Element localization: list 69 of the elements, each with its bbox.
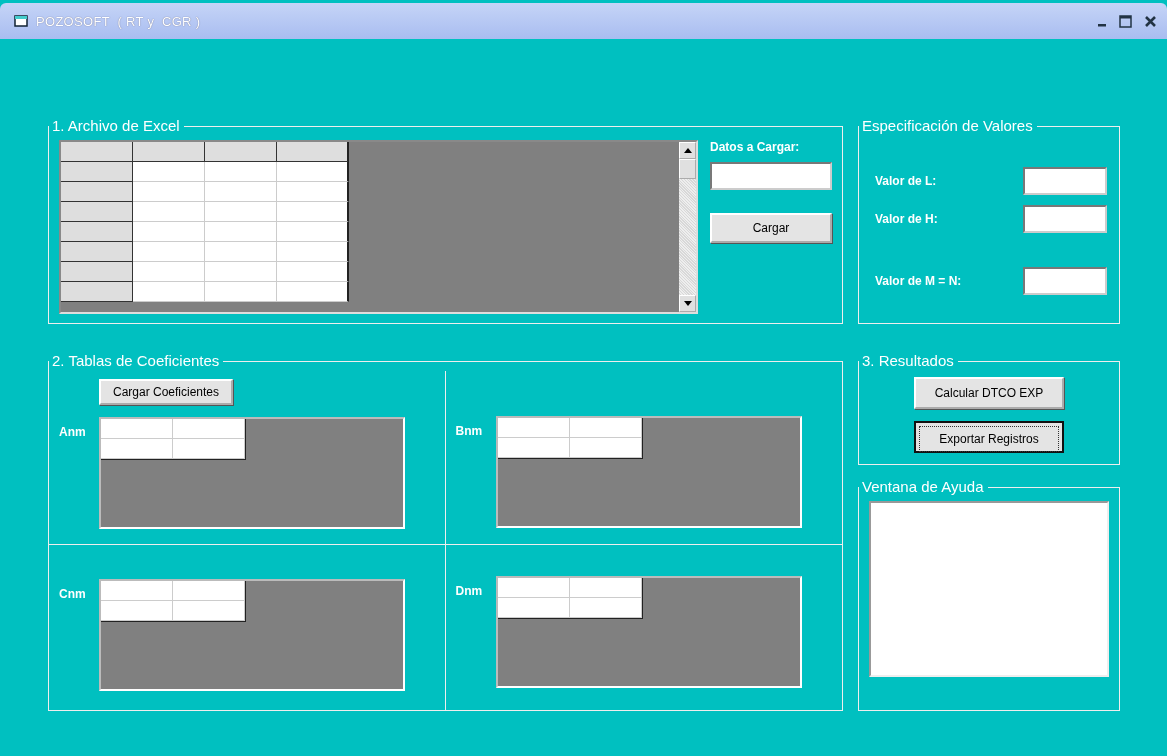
table-cell (277, 202, 349, 222)
field-label: Valor de M = N: (875, 274, 962, 288)
table-cell (205, 162, 277, 182)
table-cell (277, 142, 349, 162)
table-cell (61, 142, 133, 162)
table-cell (133, 142, 205, 162)
table-cell (205, 182, 277, 202)
window-title: POZOSOFT ( RT y CGR ) (36, 13, 201, 29)
table-cell (61, 222, 133, 242)
coefficient-grid[interactable] (99, 417, 405, 529)
table-cell (277, 242, 349, 262)
table-cell (173, 581, 245, 601)
table-cell (205, 282, 277, 302)
input-field[interactable] (1023, 167, 1107, 195)
table-cell (277, 162, 349, 182)
table-cell (101, 439, 173, 459)
table-cell (205, 222, 277, 242)
table-cell (277, 262, 349, 282)
table-cell (133, 182, 205, 202)
coefficient-grid[interactable] (99, 579, 405, 691)
input-field[interactable] (1023, 205, 1107, 233)
table-cell (61, 242, 133, 262)
up-arrow-icon[interactable] (683, 148, 692, 153)
table-cell (277, 182, 349, 202)
table-cell (205, 202, 277, 222)
maximize-icon[interactable] (1119, 14, 1132, 28)
table-cell (205, 242, 277, 262)
table-cell (205, 142, 277, 162)
table-label: Anm (59, 425, 87, 439)
spreadsheet-grid[interactable] (59, 140, 698, 314)
coefficient-grid[interactable] (495, 576, 802, 688)
table-cell (133, 162, 205, 182)
load-coefficients-button[interactable]: Cargar Coeficientes (99, 379, 233, 405)
table-label: Bnm (455, 424, 484, 438)
action-button[interactable]: Calcular DTCO EXP (914, 377, 1064, 409)
table-cell (173, 601, 245, 621)
load-button[interactable]: Cargar (710, 213, 832, 243)
table-cell (133, 222, 205, 242)
table-label: Dnm (455, 584, 484, 598)
field-label: Valor de L: (875, 174, 937, 188)
coefficient-grid[interactable] (495, 416, 802, 528)
field-label: Valor de H: (875, 212, 938, 226)
table-label: Cnm (59, 587, 87, 601)
table-cell (277, 222, 349, 242)
table-cell (133, 202, 205, 222)
down-arrow-icon[interactable] (683, 301, 692, 306)
table-cell (101, 601, 173, 621)
table-cell (133, 262, 205, 282)
table-cell (61, 282, 133, 302)
table-cell (133, 242, 205, 262)
table-cell (101, 581, 173, 601)
table-cell (133, 282, 205, 302)
table-cell (277, 282, 349, 302)
scrollbar-thumb[interactable] (679, 159, 696, 179)
table-cell (61, 182, 133, 202)
table-cell (205, 262, 277, 282)
close-icon[interactable] (1144, 14, 1157, 28)
input-field[interactable] (1023, 267, 1107, 295)
table-cell (101, 419, 173, 439)
app-icon (14, 15, 28, 27)
table-cell (173, 439, 245, 459)
field-label: Datos a Cargar: (710, 140, 801, 154)
action-button[interactable]: Exportar Registros (914, 421, 1064, 453)
table-cell (61, 262, 133, 282)
input-field[interactable] (710, 162, 832, 190)
table-cell (61, 162, 133, 182)
table-cell (61, 202, 133, 222)
scrollbar[interactable] (679, 142, 696, 312)
table-cell (173, 419, 245, 439)
